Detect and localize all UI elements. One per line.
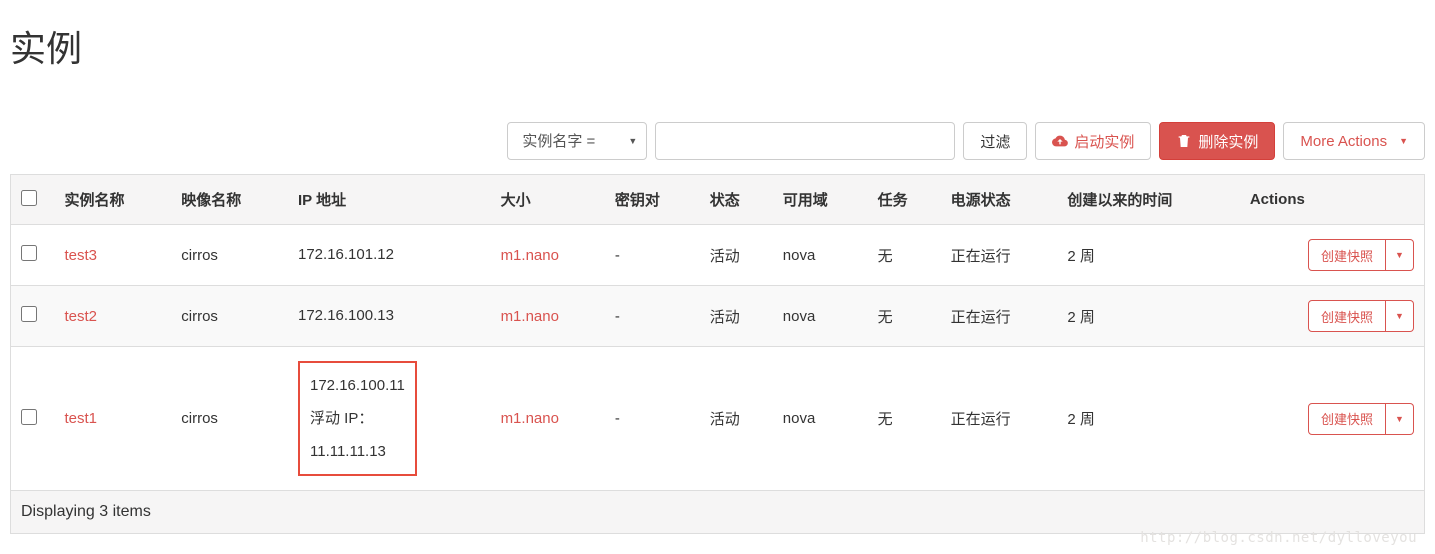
image-name: cirros: [171, 347, 288, 491]
flavor-link[interactable]: m1.nano: [501, 247, 559, 264]
row-actions: 创建快照 ▼: [1308, 403, 1414, 435]
toolbar: 实例名字 = 过滤 启动实例 删除实例 More Actions: [10, 122, 1425, 160]
zone-cell: nova: [773, 347, 868, 491]
task-cell: 无: [868, 225, 941, 286]
flavor-link[interactable]: m1.nano: [501, 308, 559, 325]
keypair-cell: -: [605, 347, 700, 491]
ip-address: 172.16.100.13: [298, 307, 394, 324]
filter-field-wrap: 实例名字 =: [507, 122, 647, 160]
row-actions-dropdown[interactable]: ▼: [1386, 300, 1414, 332]
age-cell: 2 周: [1057, 286, 1239, 347]
flavor-link[interactable]: m1.nano: [501, 410, 559, 427]
table-row: test2 cirros 172.16.100.13 m1.nano - 活动 …: [11, 286, 1425, 347]
filter-button[interactable]: 过滤: [963, 122, 1027, 160]
col-status: 状态: [700, 175, 773, 225]
snapshot-button[interactable]: 创建快照: [1308, 300, 1386, 332]
row-actions: 创建快照 ▼: [1308, 239, 1414, 271]
floating-ip: 11.11.11.13: [310, 435, 405, 468]
col-task: 任务: [868, 175, 941, 225]
col-actions: Actions: [1240, 175, 1425, 225]
col-ip: IP 地址: [288, 175, 491, 225]
zone-cell: nova: [773, 225, 868, 286]
ip-address: 172.16.100.11: [310, 369, 405, 402]
col-size: 大小: [491, 175, 605, 225]
status-cell: 活动: [700, 286, 773, 347]
trash-icon: [1176, 133, 1192, 149]
col-name: 实例名称: [55, 175, 172, 225]
row-select-checkbox[interactable]: [21, 306, 37, 322]
row-actions: 创建快照 ▼: [1308, 300, 1414, 332]
keypair-cell: -: [605, 225, 700, 286]
more-actions-button[interactable]: More Actions: [1283, 122, 1425, 160]
status-cell: 活动: [700, 225, 773, 286]
zone-cell: nova: [773, 286, 868, 347]
row-actions-dropdown[interactable]: ▼: [1386, 403, 1414, 435]
row-select-checkbox[interactable]: [21, 409, 37, 425]
image-name: cirros: [171, 225, 288, 286]
instances-table: 实例名称 映像名称 IP 地址 大小 密钥对 状态 可用域 任务 电源状态 创建…: [10, 174, 1425, 534]
instance-name-link[interactable]: test2: [65, 308, 98, 325]
age-cell: 2 周: [1057, 347, 1239, 491]
col-zone: 可用域: [773, 175, 868, 225]
instance-name-link[interactable]: test3: [65, 247, 98, 264]
col-keypair: 密钥对: [605, 175, 700, 225]
status-cell: 活动: [700, 347, 773, 491]
power-cell: 正在运行: [941, 225, 1058, 286]
table-row: test3 cirros 172.16.101.12 m1.nano - 活动 …: [11, 225, 1425, 286]
filter-field-select[interactable]: 实例名字 =: [507, 122, 647, 160]
image-name: cirros: [171, 286, 288, 347]
filter-value-input[interactable]: [655, 122, 955, 160]
watermark: http://blog.csdn.net/dylloveyou: [1140, 530, 1417, 546]
col-power: 电源状态: [941, 175, 1058, 225]
snapshot-button[interactable]: 创建快照: [1308, 239, 1386, 271]
row-select-checkbox[interactable]: [21, 245, 37, 261]
col-age: 创建以来的时间: [1057, 175, 1239, 225]
instance-name-link[interactable]: test1: [65, 410, 98, 427]
table-row: test1 cirros 172.16.100.11 浮动 IP： 11.11.…: [11, 347, 1425, 491]
table-footer: Displaying 3 items: [11, 491, 1425, 534]
power-cell: 正在运行: [941, 286, 1058, 347]
task-cell: 无: [868, 347, 941, 491]
snapshot-button[interactable]: 创建快照: [1308, 403, 1386, 435]
age-cell: 2 周: [1057, 225, 1239, 286]
power-cell: 正在运行: [941, 347, 1058, 491]
task-cell: 无: [868, 286, 941, 347]
select-all-checkbox[interactable]: [21, 190, 37, 206]
delete-instance-button[interactable]: 删除实例: [1159, 122, 1275, 160]
cloud-upload-icon: [1052, 133, 1068, 149]
col-image: 映像名称: [171, 175, 288, 225]
page-title: 实例: [10, 20, 1425, 72]
floating-ip-label: 浮动 IP：: [310, 402, 405, 435]
ip-highlight-box: 172.16.100.11 浮动 IP： 11.11.11.13: [298, 361, 417, 476]
keypair-cell: -: [605, 286, 700, 347]
launch-instance-button[interactable]: 启动实例: [1035, 122, 1151, 160]
row-actions-dropdown[interactable]: ▼: [1386, 239, 1414, 271]
ip-address: 172.16.101.12: [298, 246, 394, 263]
